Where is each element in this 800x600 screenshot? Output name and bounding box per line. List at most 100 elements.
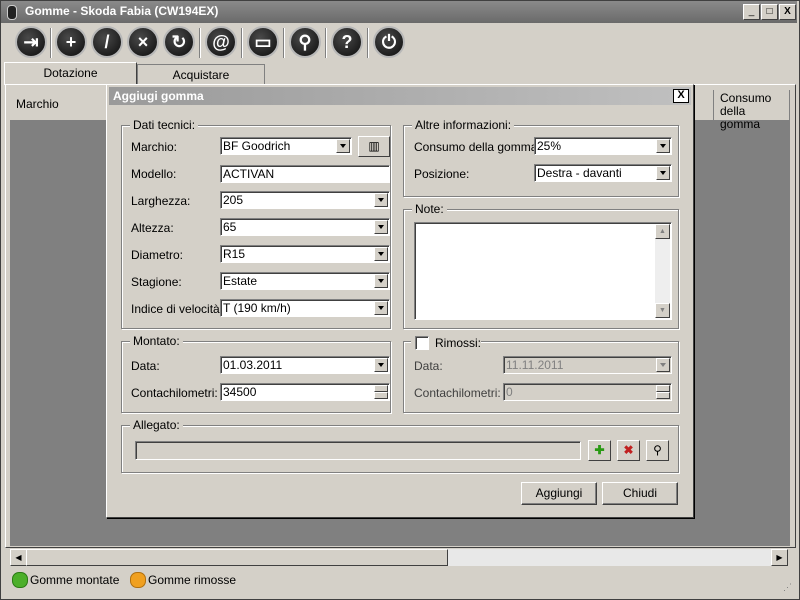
- chevron-down-icon[interactable]: [374, 358, 388, 372]
- other-info-group: Altre informazioni:: [403, 118, 679, 197]
- scroll-thumb[interactable]: [26, 549, 448, 566]
- removed-legend: Rimossi:: [435, 336, 482, 350]
- model-input[interactable]: ACTIVAN: [220, 165, 390, 183]
- print-icon[interactable]: ▭: [247, 26, 279, 58]
- brand-select[interactable]: BF Goodrich: [220, 137, 352, 155]
- removed-km-stepper[interactable]: 0: [503, 383, 672, 401]
- toolbar-separator: [50, 28, 52, 58]
- delete-icon[interactable]: ×: [127, 26, 159, 58]
- notes-textarea[interactable]: ▲ ▼: [414, 222, 672, 320]
- help-icon[interactable]: ?: [331, 26, 363, 58]
- mounted-legend: Montato:: [130, 334, 183, 348]
- chevron-down-icon[interactable]: [374, 274, 388, 288]
- removed-date-picker[interactable]: 11.11.2011: [503, 356, 672, 374]
- chevron-down-icon[interactable]: [336, 139, 350, 153]
- add-button[interactable]: Aggiungi: [521, 482, 597, 505]
- chevron-down-icon[interactable]: [656, 166, 670, 180]
- wear-value: 25%: [537, 139, 562, 153]
- dialog-title-bar: Aggiugi gomma X: [109, 87, 691, 105]
- speed-index-select[interactable]: T (190 km/h): [220, 299, 390, 317]
- mounted-date-picker[interactable]: 01.03.2011: [220, 356, 390, 374]
- mounted-km-value: 34500: [223, 385, 257, 399]
- removed-status-icon: [130, 572, 146, 588]
- toolbar: ⇥ + / × ↻ @ ▭ ⚲ ? ⏻: [1, 24, 797, 64]
- view-attachment-button[interactable]: ⚲: [646, 440, 669, 461]
- removed-legend-label: Gomme rimosse: [148, 573, 237, 587]
- barcode-button[interactable]: ▥: [358, 136, 390, 157]
- toolbar-separator: [283, 28, 285, 58]
- chevron-down-icon[interactable]: [374, 301, 388, 315]
- toolbar-separator: [241, 28, 243, 58]
- tab-dotazione[interactable]: Dotazione: [4, 62, 137, 85]
- add-tire-dialog: Aggiugi gomma X Dati tecnici: Marchio: B…: [106, 84, 694, 518]
- exit-icon[interactable]: ⇥: [15, 26, 47, 58]
- tab-acquistare[interactable]: Acquistare: [137, 64, 265, 84]
- wear-select[interactable]: 25%: [534, 137, 672, 155]
- season-label: Stagione:: [131, 275, 182, 289]
- height-value: 65: [223, 220, 237, 234]
- spinner-arrows-icon[interactable]: [656, 385, 670, 399]
- email-icon[interactable]: @: [205, 26, 237, 58]
- removed-group: [403, 341, 679, 413]
- scroll-left-button[interactable]: ◀: [10, 549, 27, 566]
- search-icon[interactable]: ⚲: [289, 26, 321, 58]
- scroll-right-button[interactable]: ▶: [771, 549, 788, 566]
- status-bar: Gomme montate Gomme rimosse ⋰: [1, 568, 797, 596]
- info-icon[interactable]: ⏻: [373, 26, 405, 58]
- chevron-down-icon[interactable]: [374, 220, 388, 234]
- close-dialog-button[interactable]: Chiudi: [602, 482, 678, 505]
- dialog-close-button[interactable]: X: [673, 89, 689, 103]
- removed-km-value: 0: [506, 385, 513, 399]
- add-icon[interactable]: +: [55, 26, 87, 58]
- resize-grip-icon[interactable]: ⋰: [783, 582, 793, 592]
- removed-date-label: Data:: [414, 359, 443, 373]
- add-attachment-button[interactable]: ✚: [588, 440, 611, 461]
- barcode-icon: ▥: [368, 139, 380, 153]
- removed-date-value: 11.11.2011: [506, 358, 564, 372]
- speed-index-label: Indice di velocità:: [131, 302, 224, 316]
- mounted-km-label: Contachilometri:: [131, 386, 218, 400]
- season-value: Estate: [223, 274, 258, 288]
- spinner-arrows-icon[interactable]: [374, 385, 388, 399]
- chevron-down-icon[interactable]: [656, 358, 670, 372]
- technical-data-legend: Dati tecnici:: [130, 118, 199, 132]
- position-select[interactable]: Destra - davanti: [534, 164, 672, 182]
- minimize-button[interactable]: _: [743, 4, 760, 20]
- refresh-icon[interactable]: ↻: [163, 26, 195, 58]
- maximize-button[interactable]: □: [761, 4, 778, 20]
- chevron-down-icon[interactable]: [656, 139, 670, 153]
- horizontal-scrollbar[interactable]: ◀ ▶: [10, 549, 788, 566]
- width-value: 205: [223, 193, 244, 207]
- column-header-consumo[interactable]: Consumo della gomma: [714, 90, 790, 131]
- mounted-group: Montato:: [121, 334, 391, 413]
- delete-file-icon: ✖: [623, 443, 634, 457]
- window-title: Gomme - Skoda Fabia (CW194EX): [25, 4, 219, 18]
- scroll-down-icon[interactable]: ▼: [655, 303, 670, 318]
- close-button[interactable]: X: [779, 4, 796, 20]
- season-select[interactable]: Estate: [220, 272, 390, 290]
- scroll-up-icon[interactable]: ▲: [655, 224, 670, 239]
- height-select[interactable]: 65: [220, 218, 390, 236]
- notes-scrollbar[interactable]: ▲ ▼: [655, 224, 670, 318]
- width-select[interactable]: 205: [220, 191, 390, 209]
- magnifier-icon: ⚲: [653, 443, 662, 457]
- removed-checkbox[interactable]: [415, 336, 429, 350]
- app-icon: [7, 5, 17, 20]
- attachment-legend: Allegato:: [130, 418, 183, 432]
- position-value: Destra - davanti: [537, 166, 622, 180]
- dialog-title: Aggiugi gomma: [113, 89, 204, 103]
- chevron-down-icon[interactable]: [374, 193, 388, 207]
- toolbar-separator: [325, 28, 327, 58]
- removed-legend-area: Rimossi:: [411, 334, 481, 350]
- notes-legend: Note:: [412, 202, 447, 216]
- remove-attachment-button[interactable]: ✖: [617, 440, 640, 461]
- brand-value: BF Goodrich: [223, 139, 291, 153]
- removed-km-label: Contachilometri:: [414, 386, 501, 400]
- chevron-down-icon[interactable]: [374, 247, 388, 261]
- attachment-path-input[interactable]: [135, 441, 581, 460]
- position-label: Posizione:: [414, 167, 470, 181]
- title-bar: Gomme - Skoda Fabia (CW194EX) _ □ X: [1, 1, 797, 23]
- mounted-km-stepper[interactable]: 34500: [220, 383, 390, 401]
- edit-icon[interactable]: /: [91, 26, 123, 58]
- diameter-select[interactable]: R15: [220, 245, 390, 263]
